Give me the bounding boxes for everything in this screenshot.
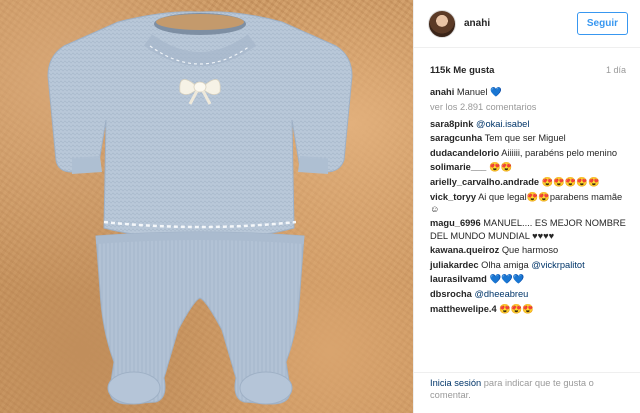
comment-username[interactable]: vick_toryy bbox=[430, 192, 476, 202]
comment-text: Aiiiiii, parabéns pelo menino bbox=[501, 147, 618, 158]
comment-username[interactable]: laurasilvamd bbox=[430, 274, 487, 284]
comment-username[interactable]: magu_6996 bbox=[430, 218, 481, 228]
caption: anahi Manuel 💙 bbox=[430, 86, 626, 98]
comment-row: juliakardec Olha amiga @vickrpalitot bbox=[430, 259, 626, 271]
comment-row: matthewelipe.4 😍😍😍 bbox=[430, 303, 626, 315]
comment-username[interactable]: kawana.queiroz bbox=[430, 245, 499, 255]
comment-username[interactable]: dudacandelorio bbox=[430, 148, 499, 158]
comment-username[interactable]: dbsrocha bbox=[430, 289, 472, 299]
comment-text: 😍😍 bbox=[488, 162, 513, 173]
post-meta: 115k Me gusta 1 día bbox=[414, 48, 640, 82]
comment-text: Tem que ser Miguel bbox=[484, 133, 566, 144]
post-time[interactable]: 1 día bbox=[606, 65, 626, 76]
comment-row: saragcunha Tem que ser Miguel bbox=[430, 132, 626, 144]
comment-text: Olha amiga bbox=[481, 259, 529, 270]
comment-row: vick_toryy Ai que legal😍😍parabens mamãe☺ bbox=[430, 191, 626, 215]
likes-count[interactable]: 115k Me gusta bbox=[430, 65, 494, 76]
comment-list: anahi Manuel 💙 ver los 2.891 comentarios… bbox=[414, 82, 640, 315]
login-prompt: Inicia sesión para indicar que te gusta … bbox=[414, 372, 640, 401]
comments-container: sara8pink @okai.isabel saragcunha Tem que… bbox=[430, 118, 626, 315]
instagram-post: anahi Seguir 115k Me gusta 1 día anahi M… bbox=[0, 0, 640, 413]
follow-button[interactable]: Seguir bbox=[576, 12, 628, 35]
comment-row: dbsrocha @dheeabreu bbox=[430, 288, 626, 300]
comment-username[interactable]: arielly_carvalho.andrade bbox=[430, 177, 539, 187]
baby-knit-outfit-image bbox=[47, 11, 353, 405]
comment-row: magu_6996 MANUEL.... ES MEJOR NOMBRE DEL… bbox=[430, 217, 626, 241]
login-link[interactable]: Inicia sesión bbox=[430, 378, 481, 388]
comment-text: Que harmoso bbox=[501, 245, 559, 256]
comment-row: dudacandelorio Aiiiiii, parabéns pelo me… bbox=[430, 147, 626, 159]
comment-mention-link[interactable]: @dheeabreu bbox=[474, 289, 528, 299]
comment-text: 💙💙💙 bbox=[489, 274, 525, 285]
view-all-comments-link[interactable]: ver los 2.891 comentarios bbox=[430, 101, 626, 113]
comment-text: 😍😍😍 bbox=[499, 303, 534, 314]
comment-username[interactable]: juliakardec bbox=[430, 260, 479, 270]
comment-username[interactable]: sara8pink bbox=[430, 119, 473, 129]
owner-username[interactable]: anahi bbox=[464, 18, 577, 29]
comment-text: 😍😍😍😍😍 bbox=[541, 176, 600, 187]
comment-username[interactable]: solimarie___ bbox=[430, 162, 486, 172]
comment-row: solimarie___ 😍😍 bbox=[430, 161, 626, 173]
caption-text: Manuel 💙 bbox=[456, 87, 502, 97]
comment-username[interactable]: saragcunha bbox=[430, 133, 482, 143]
sweater bbox=[47, 11, 353, 239]
comment-row: arielly_carvalho.andrade 😍😍😍😍😍 bbox=[430, 176, 626, 188]
comment-row: laurasilvamd 💙💙💙 bbox=[430, 273, 626, 285]
comment-username[interactable]: matthewelipe.4 bbox=[430, 304, 497, 314]
post-photo[interactable] bbox=[0, 0, 413, 413]
post-header: anahi Seguir bbox=[414, 0, 640, 48]
caption-username[interactable]: anahi bbox=[430, 87, 454, 97]
comment-mention-link[interactable]: @okai.isabel bbox=[476, 119, 529, 129]
comment-row: kawana.queiroz Que harmoso bbox=[430, 244, 626, 256]
comment-mention-link[interactable]: @vickrpalitot bbox=[531, 260, 584, 270]
avatar[interactable] bbox=[428, 9, 456, 38]
post-side-panel: anahi Seguir 115k Me gusta 1 día anahi M… bbox=[413, 0, 640, 413]
comment-row: sara8pink @okai.isabel bbox=[430, 118, 626, 130]
